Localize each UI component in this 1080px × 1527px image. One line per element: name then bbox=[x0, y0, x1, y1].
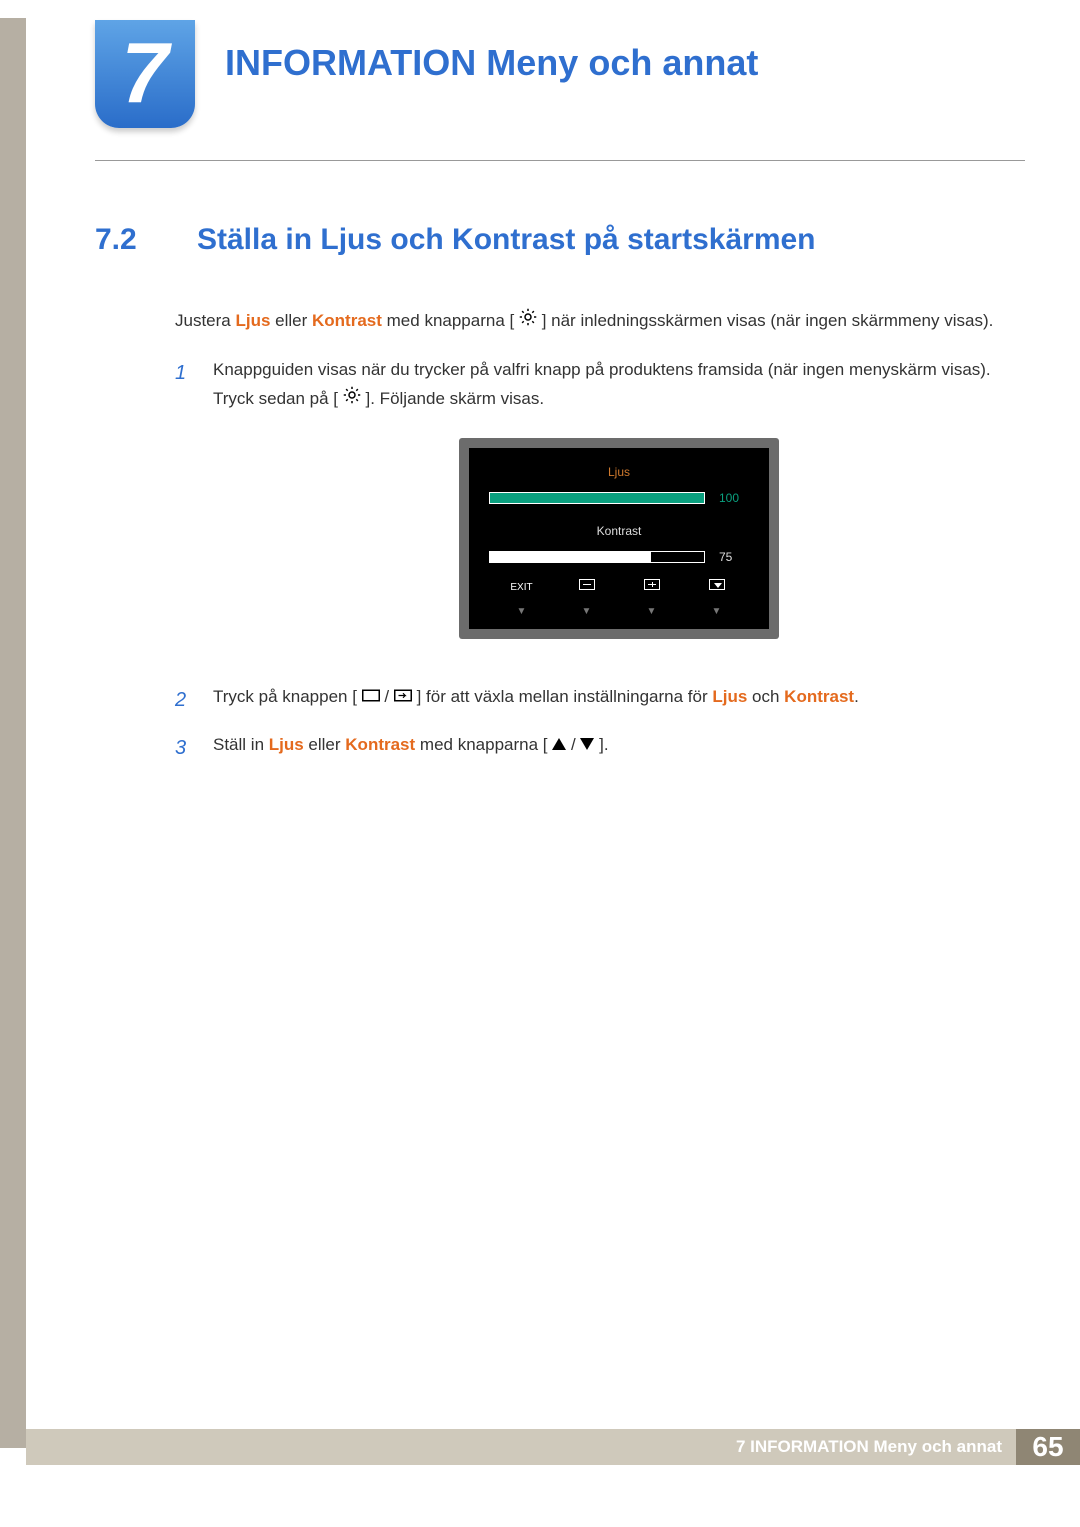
slash: / bbox=[380, 687, 394, 706]
intro-paragraph: Justera Ljus eller Kontrast med knapparn… bbox=[175, 307, 1025, 336]
step-text: Tryck på knappen [ / ] för att växla mel… bbox=[213, 683, 1025, 717]
brightness-icon bbox=[343, 385, 361, 414]
osd-panel: Ljus 100 Kontrast 75 bbox=[469, 448, 769, 629]
text: ] för att växla mellan inställningarna f… bbox=[417, 687, 713, 706]
osd-contrast-value: 75 bbox=[719, 547, 749, 567]
chapter-header: 7 INFORMATION Meny och annat bbox=[95, 20, 1025, 128]
osd-contrast-bar bbox=[489, 551, 705, 563]
step-list: 1 Knappguiden visas när du trycker på va… bbox=[175, 356, 1025, 765]
keyword-kontrast: Kontrast bbox=[345, 735, 415, 754]
osd-brightness-value: 100 bbox=[719, 488, 749, 508]
header-rule bbox=[95, 160, 1025, 161]
down-arrow-icon: ▼ bbox=[647, 606, 657, 617]
text: Justera bbox=[175, 311, 235, 330]
osd-down-button: ▼ bbox=[684, 579, 749, 620]
keyword-kontrast: Kontrast bbox=[784, 687, 854, 706]
down-triangle-icon bbox=[580, 731, 594, 760]
text: eller bbox=[304, 735, 346, 754]
osd-contrast-row: 75 bbox=[489, 547, 749, 567]
osd-exit-label: EXIT bbox=[489, 579, 554, 596]
dropdown-icon bbox=[709, 579, 725, 590]
osd-exit-button: EXIT ▼ bbox=[489, 579, 554, 620]
keyword-ljus: Ljus bbox=[712, 687, 747, 706]
text: med knapparna [ bbox=[382, 311, 514, 330]
footer-page-number: 65 bbox=[1016, 1429, 1080, 1465]
text: . bbox=[854, 687, 859, 706]
step-text: Ställ in Ljus eller Kontrast med knappar… bbox=[213, 731, 1025, 765]
down-arrow-icon: ▼ bbox=[712, 606, 722, 617]
down-arrow-icon: ▼ bbox=[582, 606, 592, 617]
text: och bbox=[747, 687, 784, 706]
text: ]. bbox=[599, 735, 608, 754]
body: Justera Ljus eller Kontrast med knapparn… bbox=[95, 307, 1025, 765]
osd-minus-button: ▼ bbox=[554, 579, 619, 620]
step-1: 1 Knappguiden visas när du trycker på va… bbox=[175, 356, 1025, 669]
step-3: 3 Ställ in Ljus eller Kontrast med knapp… bbox=[175, 731, 1025, 765]
text: med knapparna [ bbox=[415, 735, 547, 754]
osd-brightness-label: Ljus bbox=[489, 462, 749, 482]
step-2: 2 Tryck på knappen [ / ] för att växla m… bbox=[175, 683, 1025, 717]
osd-brightness-bar bbox=[489, 492, 705, 504]
page: 7 INFORMATION Meny och annat 7.2 Ställa … bbox=[0, 0, 1080, 1527]
text: Tryck på knappen [ bbox=[213, 687, 357, 706]
source-icon bbox=[362, 683, 380, 712]
step-text: Knappguiden visas när du trycker på valf… bbox=[213, 356, 1025, 669]
text: ]. Följande skärm visas. bbox=[366, 389, 545, 408]
section-number: 7.2 bbox=[95, 223, 167, 257]
chapter-number-badge: 7 bbox=[95, 20, 195, 128]
osd-contrast-label: Kontrast bbox=[489, 521, 749, 541]
up-triangle-icon bbox=[552, 731, 566, 760]
osd-button-row: EXIT ▼ ▼ ▼ bbox=[489, 579, 749, 620]
osd-plus-button: ▼ bbox=[619, 579, 684, 620]
text: ] när inledningsskärmen visas (när ingen… bbox=[542, 311, 994, 330]
text: Knappguiden visas när du trycker på valf… bbox=[213, 360, 991, 408]
step-number: 2 bbox=[175, 683, 195, 717]
text: eller bbox=[270, 311, 312, 330]
plus-icon bbox=[644, 579, 660, 590]
step-number: 1 bbox=[175, 356, 195, 669]
chapter-title: INFORMATION Meny och annat bbox=[225, 42, 758, 84]
section-heading: 7.2 Ställa in Ljus och Kontrast på start… bbox=[95, 223, 1025, 257]
keyword-kontrast: Kontrast bbox=[312, 311, 382, 330]
osd-screenshot: Ljus 100 Kontrast 75 bbox=[213, 438, 1025, 639]
slash: / bbox=[566, 735, 580, 754]
osd-frame: Ljus 100 Kontrast 75 bbox=[459, 438, 779, 639]
footer-bar: 7 INFORMATION Meny och annat 65 bbox=[26, 1429, 1080, 1465]
text: Ställ in bbox=[213, 735, 269, 754]
section-title: Ställa in Ljus och Kontrast på startskär… bbox=[197, 223, 816, 257]
brightness-icon bbox=[519, 307, 537, 336]
footer-text: 7 INFORMATION Meny och annat bbox=[736, 1437, 1016, 1457]
keyword-ljus: Ljus bbox=[235, 311, 270, 330]
keyword-ljus: Ljus bbox=[269, 735, 304, 754]
osd-brightness-row: 100 bbox=[489, 488, 749, 508]
source-enter-icon bbox=[394, 683, 412, 712]
minus-icon bbox=[579, 579, 595, 590]
down-arrow-icon: ▼ bbox=[517, 606, 527, 617]
step-number: 3 bbox=[175, 731, 195, 765]
